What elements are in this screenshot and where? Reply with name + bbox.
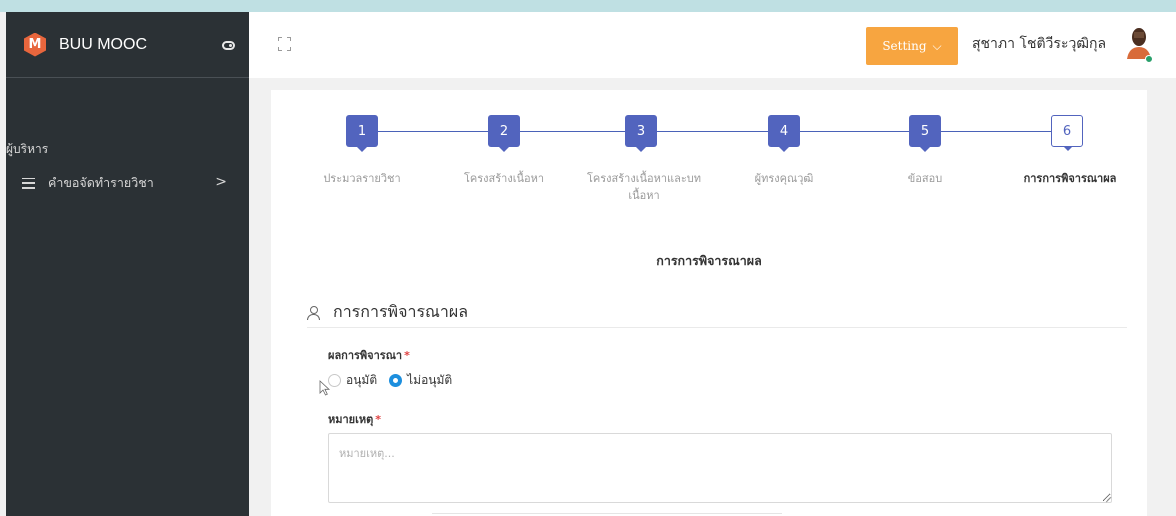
person-icon [307,305,320,320]
sidebar: M BUU MOOC ผู้บริหาร คำขอจัดทำรายวิชา > [6,12,249,516]
step-4[interactable]: 4 [768,115,800,152]
step-label-2: โครงสร้างเนื้อหา [463,172,545,185]
step-label-3: โครงสร้างเนื้อหาและบทเนื้อหา [586,172,701,202]
step-label-5: ข้อสอบ [907,172,943,185]
result-label-text: ผลการพิจารณา [328,349,403,362]
online-status-dot [1145,55,1153,63]
step-label-6: การการพิจารณาผล [1023,172,1117,185]
fullscreen-icon[interactable] [278,37,291,51]
result-radio-group: อนุมัติ ไม่อนุมัติ [328,371,464,390]
step-label-1: ประมวลรายวิชา [323,172,401,185]
section-header: การการพิจารณาผล [307,298,1127,328]
step-5[interactable]: 5 [909,115,941,152]
section-title: การการพิจารณาผล [333,302,469,321]
brand[interactable]: M BUU MOOC [6,12,249,78]
stepper-connector [520,131,625,132]
required-mark: * [404,349,410,362]
stepper-connector [378,131,488,132]
step-label-4: ผู้ทรงคุณวุฒิ [754,172,814,185]
step-1[interactable]: 1 [346,115,378,152]
stepper-connector [657,131,768,132]
stepper-connector [941,131,1051,132]
chevron-right-icon: > [215,174,227,190]
setting-button[interactable]: Setting ⌵ [866,27,958,65]
sidebar-item-label: คำขอจัดทำรายวิชา [48,175,154,190]
brand-name: BUU MOOC [59,35,147,53]
top-header: Setting ⌵ สุชาภา โชติวีระวุฒิกุล [249,12,1176,78]
radio-approve-label[interactable]: อนุมัติ [346,371,377,390]
page-title: การการพิจารณาผล [656,253,762,268]
avatar[interactable] [1125,25,1153,59]
main-content: 1 2 3 4 5 6 ประมวลรายวิชา โครงสร้างเนื้อ… [271,90,1147,516]
brand-logo-icon: M [24,32,46,57]
sidebar-section-label: ผู้บริหาร [6,142,49,156]
stepper-connector [800,131,909,132]
setting-button-label: Setting [882,39,927,53]
note-label-text: หมายเหตุ [328,413,374,426]
sidebar-item-course-request[interactable]: คำขอจัดทำรายวิชา > [6,170,249,196]
note-textarea[interactable] [328,433,1112,503]
radio-reject-label[interactable]: ไม่อนุมัติ [407,371,452,390]
required-mark: * [375,413,382,426]
radio-approve[interactable] [328,374,341,387]
top-accent-bar [0,0,1176,12]
radio-reject[interactable] [389,374,403,387]
step-3[interactable]: 3 [625,115,657,152]
menu-icon [22,177,35,189]
step-2[interactable]: 2 [488,115,520,152]
user-name[interactable]: สุชาภา โชติวีระวุฒิกุล [972,33,1106,55]
result-field-label: ผลการพิจารณา * [328,346,410,364]
chevron-down-icon: ⌵ [932,38,942,53]
step-6[interactable]: 6 [1051,115,1083,151]
note-field-label: หมายเหตุ * [328,410,381,428]
stepper: 1 2 3 4 5 6 ประมวลรายวิชา โครงสร้างเนื้อ… [271,90,1147,220]
sidebar-toggle-icon[interactable] [222,41,235,50]
